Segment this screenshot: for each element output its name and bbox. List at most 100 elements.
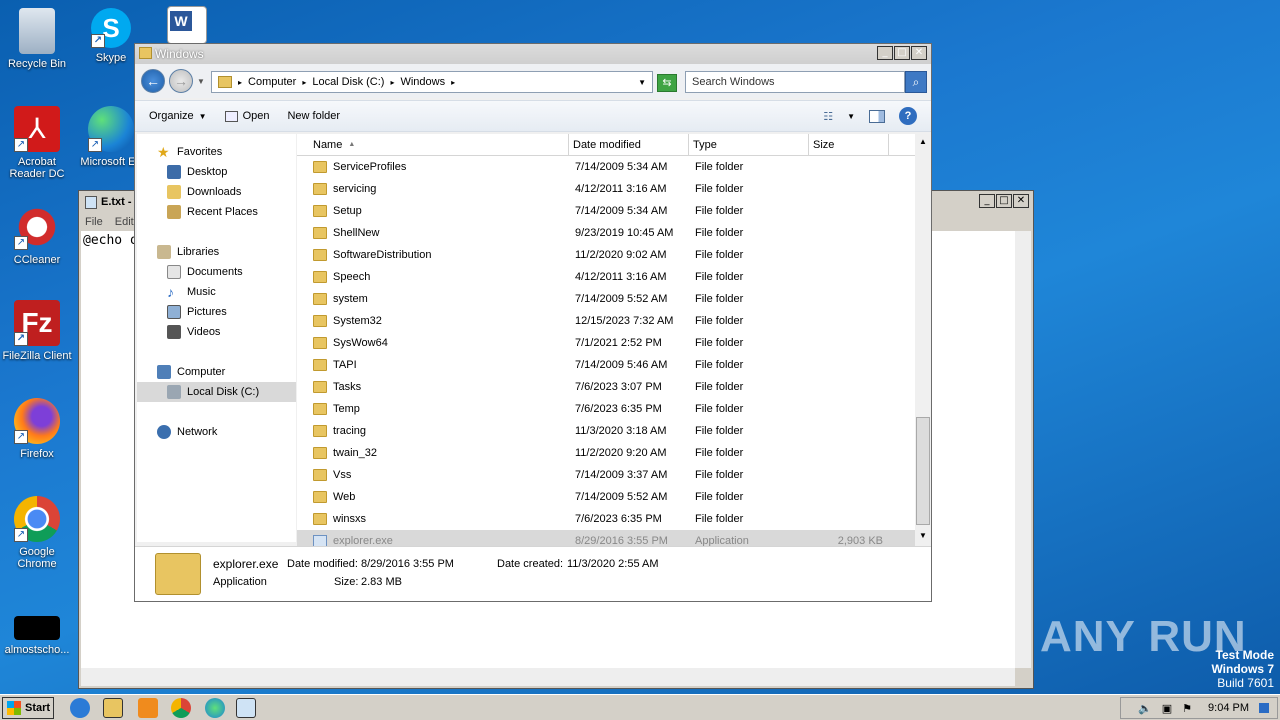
table-row[interactable]: SysWow64 7/1/2021 2:52 PM File folder <box>297 332 915 354</box>
notepad-vertical-scrollbar[interactable] <box>1015 231 1031 668</box>
media-player-taskbar-icon[interactable] <box>138 698 158 718</box>
edge-taskbar-icon[interactable] <box>205 698 225 718</box>
clock[interactable]: 9:04 PM <box>1208 702 1249 714</box>
scroll-down-icon[interactable]: ▼ <box>915 528 931 544</box>
notepad-menu-file[interactable]: File <box>85 216 103 228</box>
table-row[interactable]: Web 7/14/2009 5:52 AM File folder <box>297 486 915 508</box>
table-row[interactable]: Vss 7/14/2009 3:37 AM File folder <box>297 464 915 486</box>
network-tray-icon[interactable]: ▣ <box>1162 702 1172 715</box>
table-row[interactable]: Speech 4/12/2011 3:16 AM File folder <box>297 266 915 288</box>
notepad-taskbar-icon[interactable] <box>236 698 256 718</box>
chrome-taskbar-icon[interactable] <box>171 698 191 718</box>
desktop-icon-word-doc[interactable]: W <box>150 6 224 48</box>
organize-button[interactable]: Organize ▼ <box>149 110 207 122</box>
desktop-icon-almostscho[interactable]: almostscho... <box>0 616 74 656</box>
nav-desktop[interactable]: Desktop <box>137 162 296 182</box>
table-row[interactable]: Temp 7/6/2023 6:35 PM File folder <box>297 398 915 420</box>
forward-button[interactable]: → <box>169 69 193 93</box>
volume-icon[interactable]: 🔈 <box>1138 702 1152 715</box>
nav-videos[interactable]: Videos <box>137 322 296 342</box>
explorer-close-button[interactable]: ✕ <box>911 46 927 60</box>
explorer-minimize-button[interactable]: _ <box>877 46 893 60</box>
table-row[interactable]: servicing 4/12/2011 3:16 AM File folder <box>297 178 915 200</box>
desktop-icon-recycle-bin[interactable]: Recycle Bin <box>0 8 74 70</box>
nav-favorites[interactable]: ★ Favorites <box>137 142 296 162</box>
nav-downloads[interactable]: Downloads <box>137 182 296 202</box>
chevron-right-icon[interactable]: ▸ <box>238 78 242 87</box>
notepad-maximize-button[interactable]: □ <box>996 194 1012 208</box>
notepad-minimize-button[interactable]: _ <box>979 194 995 208</box>
row-type: File folder <box>695 403 744 415</box>
explorer-window[interactable]: Windows _ □ ✕ ← → ▼ ▸ Computer ▸ Local Di… <box>134 43 932 602</box>
breadcrumb-local-disk[interactable]: Local Disk (C:) <box>312 76 384 88</box>
search-input[interactable]: Search Windows <box>685 71 905 93</box>
nav-pictures[interactable]: Pictures <box>137 302 296 322</box>
nav-recent-places[interactable]: Recent Places <box>137 202 296 222</box>
notepad-horizontal-scrollbar[interactable] <box>81 668 1015 686</box>
nav-documents-label: Documents <box>187 266 243 278</box>
scroll-up-icon[interactable]: ▲ <box>915 134 931 150</box>
address-bar[interactable]: ▸ Computer ▸ Local Disk (C:) ▸ Windows ▸ ▼ <box>211 71 653 93</box>
table-row[interactable]: SoftwareDistribution 11/2/2020 9:02 AM Fil… <box>297 244 915 266</box>
folder-icon <box>313 447 327 459</box>
organize-label: Organize <box>149 110 194 122</box>
table-row[interactable]: winsxs 7/6/2023 6:35 PM File folder <box>297 508 915 530</box>
view-options-icon[interactable]: ☷ <box>823 110 833 123</box>
column-name[interactable]: Name ▲ <box>297 134 569 155</box>
chevron-down-icon[interactable]: ▼ <box>847 112 855 121</box>
nav-music[interactable]: ♪ Music <box>137 282 296 302</box>
table-row[interactable]: ShellNew 9/23/2019 10:45 AM File folder <box>297 222 915 244</box>
row-date: 7/14/2009 3:37 AM <box>575 469 668 481</box>
table-row[interactable]: ServiceProfiles 7/14/2009 5:34 AM File fol… <box>297 156 915 178</box>
help-icon[interactable]: ? <box>899 107 917 125</box>
desktop-icon-acrobat[interactable]: ⅄ ↗ Acrobat Reader DC <box>0 106 74 180</box>
table-row[interactable]: Setup 7/14/2009 5:34 AM File folder <box>297 200 915 222</box>
file-list-scrollbar[interactable]: ▲ ▼ <box>915 134 931 544</box>
table-row[interactable]: system 7/14/2009 5:52 AM File folder <box>297 288 915 310</box>
ie-taskbar-icon[interactable] <box>70 698 90 718</box>
flag-icon[interactable]: ⚑ <box>1182 702 1192 715</box>
notepad-close-button[interactable]: ✕ <box>1013 194 1029 208</box>
nav-network[interactable]: Network <box>137 422 296 442</box>
column-size[interactable]: Size <box>809 134 889 155</box>
start-button[interactable]: Start <box>2 697 54 719</box>
desktop-icon-filezilla[interactable]: Fz ↗ FileZilla Client <box>0 300 74 362</box>
nav-local-disk[interactable]: Local Disk (C:) <box>137 382 296 402</box>
refresh-button[interactable]: ⇆ <box>657 74 677 92</box>
details-size-label: Size: <box>334 576 359 588</box>
chevron-right-icon[interactable]: ▸ <box>451 78 455 87</box>
table-row[interactable]: Tasks 7/6/2023 3:07 PM File folder <box>297 376 915 398</box>
show-desktop-icon[interactable] <box>1259 703 1269 713</box>
address-dropdown-icon[interactable]: ▼ <box>638 78 646 87</box>
start-label: Start <box>25 702 51 714</box>
desktop-icon-firefox[interactable]: ↗ Firefox <box>0 398 74 460</box>
breadcrumb-windows[interactable]: Windows <box>400 76 445 88</box>
search-icon[interactable]: ⌕ <box>905 71 927 93</box>
desktop-icon-chrome[interactable]: ↗ Google Chrome <box>0 496 74 570</box>
column-type[interactable]: Type <box>689 134 809 155</box>
table-row[interactable]: TAPI 7/14/2009 5:46 AM File folder <box>297 354 915 376</box>
filezilla-icon: Fz ↗ <box>14 300 60 346</box>
table-row[interactable]: System32 12/15/2023 7:32 AM File folder <box>297 310 915 332</box>
table-row[interactable]: tracing 11/3/2020 3:18 AM File folder <box>297 420 915 442</box>
back-button[interactable]: ← <box>141 69 165 93</box>
explorer-maximize-button[interactable]: □ <box>894 46 910 60</box>
scrollbar-thumb[interactable] <box>916 417 930 525</box>
preview-pane-icon[interactable] <box>869 109 885 123</box>
desktop-icon-ccleaner[interactable]: ↗ CCleaner <box>0 204 74 266</box>
nav-documents[interactable]: Documents <box>137 262 296 282</box>
nav-computer[interactable]: Computer <box>137 362 296 382</box>
chevron-right-icon[interactable]: ▸ <box>302 78 306 87</box>
column-date[interactable]: Date modified <box>569 134 689 155</box>
breadcrumb-computer[interactable]: Computer <box>248 76 296 88</box>
explorer-taskbar-icon[interactable] <box>103 698 123 718</box>
chevron-right-icon[interactable]: ▸ <box>390 78 394 87</box>
table-row[interactable]: twain_32 11/2/2020 9:20 AM File folder <box>297 442 915 464</box>
nav-local-disk-label: Local Disk (C:) <box>187 386 260 398</box>
new-folder-button[interactable]: New folder <box>287 110 340 122</box>
recent-pages-chevron-icon[interactable]: ▼ <box>197 77 205 86</box>
nav-libraries[interactable]: Libraries <box>137 242 296 262</box>
notepad-menu-edit[interactable]: Edit <box>115 216 134 228</box>
open-button[interactable]: Open <box>224 110 269 122</box>
explorer-titlebar[interactable]: Windows _ □ ✕ <box>135 44 931 64</box>
